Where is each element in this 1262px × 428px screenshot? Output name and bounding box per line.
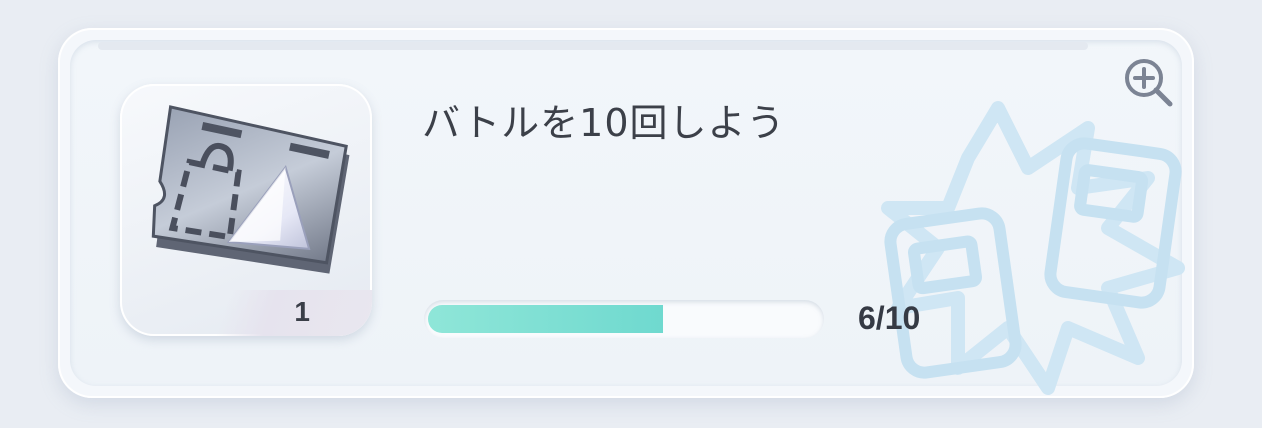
card-top-divider: [98, 42, 1088, 50]
battle-cards-icon: [881, 101, 1185, 395]
ticket-crystal-icon: [151, 105, 350, 274]
zoom-in-icon[interactable]: [1120, 54, 1176, 110]
reward-item[interactable]: 1: [120, 84, 372, 336]
mission-title: バトルを10回しよう: [422, 101, 786, 145]
mission-card: 1 バトルを10回しよう 6/10: [58, 28, 1194, 398]
progress-bar: [424, 300, 824, 338]
progress-bar-fill: [428, 305, 663, 333]
reward-quantity: 1: [294, 296, 310, 327]
progress-count: 6/10: [858, 300, 921, 336]
